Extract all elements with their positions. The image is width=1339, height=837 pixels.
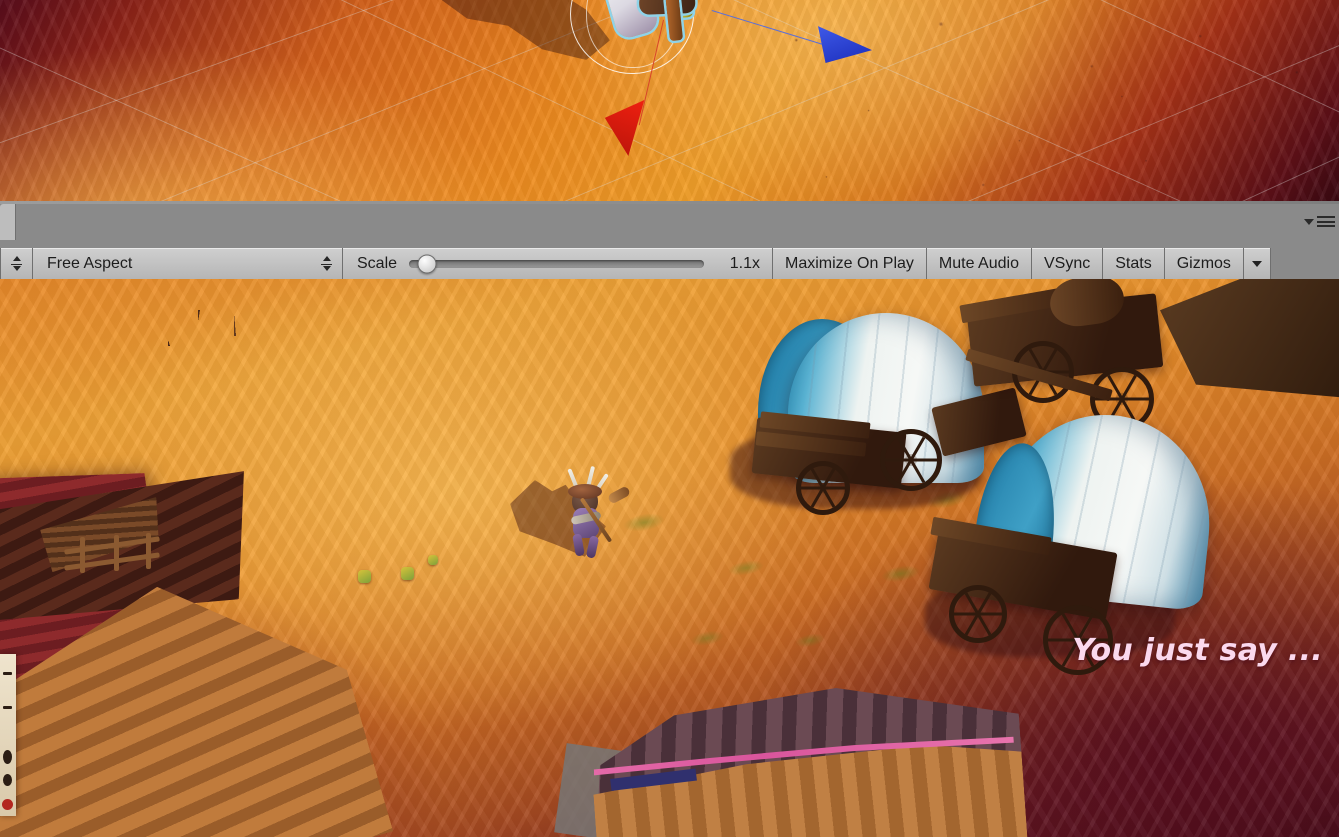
chevron-down-icon: [1251, 260, 1262, 267]
scale-slider-knob[interactable]: [417, 254, 437, 273]
scene-view[interactable]: [0, 0, 1339, 201]
maximize-on-play-label: Maximize On Play: [785, 254, 914, 272]
chevron-down-icon: [1304, 218, 1314, 225]
game-tab-stub[interactable]: [0, 204, 16, 240]
aspect-ratio-label: Free Aspect: [47, 254, 133, 272]
scale-slider-track[interactable]: [409, 254, 704, 273]
player-character[interactable]: [510, 465, 632, 560]
dead-bush-prop: [168, 306, 290, 346]
scale-slider-group[interactable]: Scale 1.1x: [343, 248, 773, 279]
vsync-button[interactable]: VSync: [1031, 248, 1104, 279]
wanted-poster: [0, 654, 16, 816]
aspect-stepper-button[interactable]: [0, 248, 33, 279]
cactus-prop: [358, 570, 371, 583]
scale-label: Scale: [357, 254, 398, 272]
game-view[interactable]: You just say ... お前らは死ぬんだ: [0, 279, 1339, 837]
gizmos-label: Gizmos: [1176, 254, 1231, 272]
vsync-label: VSync: [1043, 254, 1091, 272]
player-hat: [568, 484, 602, 499]
game-view-toolbar: Free Aspect Scale 1.1x Maximize On Play …: [0, 248, 1339, 279]
stats-label: Stats: [1115, 254, 1152, 272]
poster-seal: [2, 799, 13, 810]
gizmos-button[interactable]: Gizmos: [1164, 248, 1244, 279]
dialogue-text: You just say ...: [1072, 633, 1323, 668]
unity-editor-window: Free Aspect Scale 1.1x Maximize On Play …: [0, 0, 1339, 837]
panel-divider: [0, 201, 1339, 204]
wagon-wheel: [949, 585, 1007, 643]
scene-grid: [0, 0, 1339, 201]
gizmos-dropdown-button[interactable]: [1243, 248, 1271, 279]
covered-wagon-3: [905, 399, 1245, 675]
aspect-ratio-dropdown[interactable]: Free Aspect: [33, 248, 343, 279]
stepper-icon: [11, 255, 22, 272]
mute-audio-label: Mute Audio: [938, 254, 1019, 272]
wagon-wheel: [796, 461, 850, 515]
panel-menu-icon[interactable]: [1304, 216, 1335, 227]
cactus-prop: [428, 555, 438, 565]
hamburger-icon: [1317, 216, 1335, 227]
mute-audio-button[interactable]: Mute Audio: [926, 248, 1032, 279]
building-railing: [64, 533, 160, 577]
chevron-updown-icon: [321, 255, 332, 272]
maximize-on-play-button[interactable]: Maximize On Play: [773, 248, 927, 279]
building-front-roof: [587, 672, 1027, 837]
scale-value: 1.1x: [729, 254, 760, 272]
cactus-prop: [401, 567, 414, 580]
stats-button[interactable]: Stats: [1103, 248, 1165, 279]
